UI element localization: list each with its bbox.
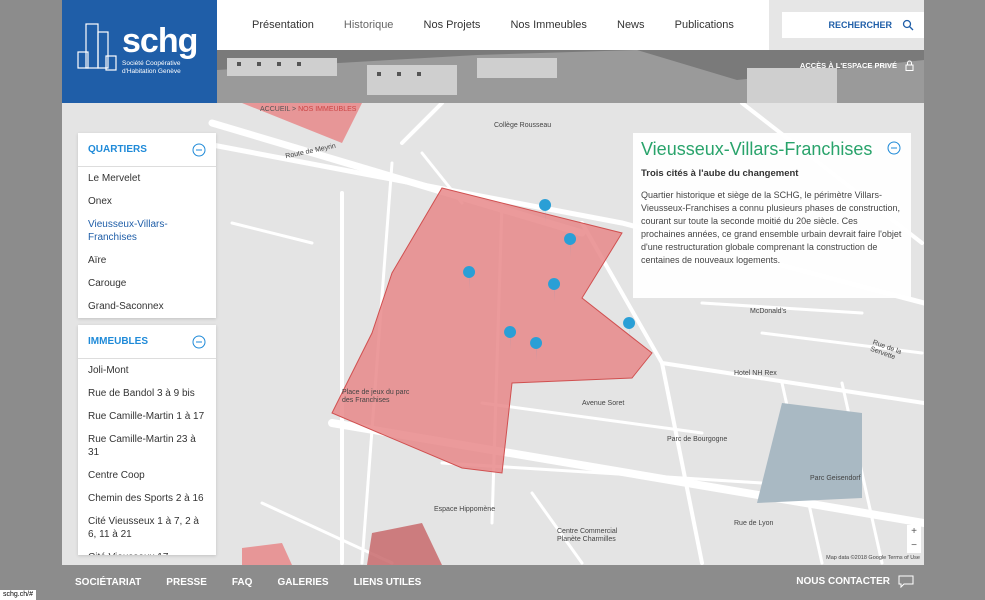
district-info-panel: Vieusseux-Villars-Franchises Trois cités… [633, 133, 911, 298]
breadcrumb-home[interactable]: ACCUEIL [260, 106, 290, 113]
footer-link-presse[interactable]: PRESSE [166, 577, 207, 588]
immeubles-header[interactable]: IMMEUBLES [78, 325, 216, 359]
quartier-item[interactable]: Aïre [78, 249, 216, 272]
footer: SOCIÉTARIAT PRESSE FAQ GALERIES LIENS UT… [62, 565, 924, 600]
footer-link-galeries[interactable]: GALERIES [277, 577, 328, 588]
immeuble-item[interactable]: Cité Vieusseux 1 à 7, 2 à 6, 11 à 21 [78, 510, 216, 546]
immeuble-item[interactable]: Chemin des Sports 2 à 16 [78, 487, 216, 510]
map-label-lyon: Rue de Lyon [734, 520, 774, 527]
breadcrumb: ACCUEIL > NOS IMMEUBLES [260, 106, 356, 113]
status-bar-url: schg.ch/# [0, 590, 36, 600]
nav-item-presentation[interactable]: Présentation [252, 19, 314, 31]
search-icon [902, 19, 914, 31]
breadcrumb-current: NOS IMMEUBLES [298, 106, 357, 113]
map-label-charmilles: Centre Commercial Planète Charmilles [557, 528, 618, 543]
quartiers-title: QUARTIERS [88, 144, 147, 155]
lock-icon [905, 60, 914, 71]
nav-item-historique[interactable]: Historique [344, 19, 394, 31]
quartier-item-selected[interactable]: Vieusseux-Villars-Franchises [78, 213, 216, 249]
immeuble-item[interactable]: Cité Vieusseux 17 [78, 546, 216, 555]
quartier-item[interactable]: Le Mervelet [78, 167, 216, 190]
district-title: Vieusseux-Villars-Franchises [641, 139, 873, 159]
banner-photo [217, 50, 924, 103]
immeubles-panel[interactable]: IMMEUBLES Joli-Mont Rue de Bandol 3 à 9 … [78, 325, 216, 555]
nav-item-publications[interactable]: Publications [675, 19, 734, 31]
nav-item-news[interactable]: News [617, 19, 645, 31]
search-label: RECHERCHER [828, 20, 892, 30]
nav-item-projets[interactable]: Nos Projets [424, 19, 481, 31]
immeuble-item[interactable]: Rue Camille-Martin 1 à 17 [78, 405, 216, 428]
immeuble-item[interactable]: Rue Camille-Martin 23 à 31 [78, 428, 216, 464]
logo-icon [77, 23, 117, 71]
espace-prive-link[interactable]: ACCÈS À L'ESPACE PRIVÉ [800, 60, 914, 71]
footer-link-societariat[interactable]: SOCIÉTARIAT [75, 577, 141, 588]
immeubles-title: IMMEUBLES [88, 336, 148, 347]
map-label-geisendorf: Parc Geisendorf [810, 475, 861, 482]
nav-item-immeubles[interactable]: Nos Immeubles [510, 19, 586, 31]
logo-subtitle: Société Coopérative d'Habitation Genève [122, 60, 181, 75]
map-label-place: Place de jeux du parc des Franchises [342, 389, 410, 404]
quartiers-panel: QUARTIERS Le Mervelet Onex Vieusseux-Vil… [78, 133, 216, 318]
page-frame: Collège Rousseau Route de Meyrin Place d… [62, 0, 924, 565]
footer-link-liens[interactable]: LIENS UTILES [354, 577, 422, 588]
immeuble-item[interactable]: Centre Coop [78, 464, 216, 487]
immeuble-item[interactable]: Joli-Mont [78, 359, 216, 382]
district-description: Quartier historique et siège de la SCHG,… [641, 190, 902, 265]
immeuble-item[interactable]: Rue de Bandol 3 à 9 bis [78, 382, 216, 405]
logo[interactable]: schg Société Coopérative d'Habitation Ge… [62, 0, 217, 103]
logo-name: schg [122, 22, 198, 60]
zoom-in-button[interactable]: + [907, 525, 921, 539]
breadcrumb-separator: > [292, 106, 297, 113]
main-nav: Présentation Historique Nos Projets Nos … [217, 0, 769, 50]
map-label-hippomene: Espace Hippomène [434, 506, 496, 513]
contact-button[interactable]: NOUS CONTACTER [796, 575, 914, 588]
district-subtitle: Trois cités à l'aube du changement [641, 168, 799, 179]
map-label-nhrex: Hotel NH Rex [734, 370, 777, 377]
map-label-mcdo: McDonald's [750, 308, 787, 315]
collapse-icon[interactable] [192, 143, 206, 157]
collapse-icon[interactable] [192, 335, 206, 349]
map-label-bourgogne: Parc de Bourgogne [667, 436, 728, 443]
map-credit: Map data ©2018 Google Terms of Use [826, 555, 920, 561]
quartier-item[interactable]: Grand-Saconnex [78, 295, 216, 318]
chat-icon [898, 575, 914, 588]
header-banner: ACCÈS À L'ESPACE PRIVÉ [217, 50, 924, 103]
contact-label: NOUS CONTACTER [796, 576, 890, 587]
map-label-soret: Avenue Soret [582, 400, 625, 407]
espace-label: ACCÈS À L'ESPACE PRIVÉ [799, 61, 897, 70]
collapse-icon[interactable] [887, 141, 901, 155]
quartier-item[interactable]: Carouge [78, 272, 216, 295]
footer-link-faq[interactable]: FAQ [232, 577, 253, 588]
quartiers-header[interactable]: QUARTIERS [78, 133, 216, 167]
quartier-item[interactable]: Onex [78, 190, 216, 213]
map-label-college: Collège Rousseau [494, 122, 552, 129]
search-button[interactable]: RECHERCHER [782, 12, 924, 38]
zoom-out-button[interactable]: − [907, 539, 921, 553]
